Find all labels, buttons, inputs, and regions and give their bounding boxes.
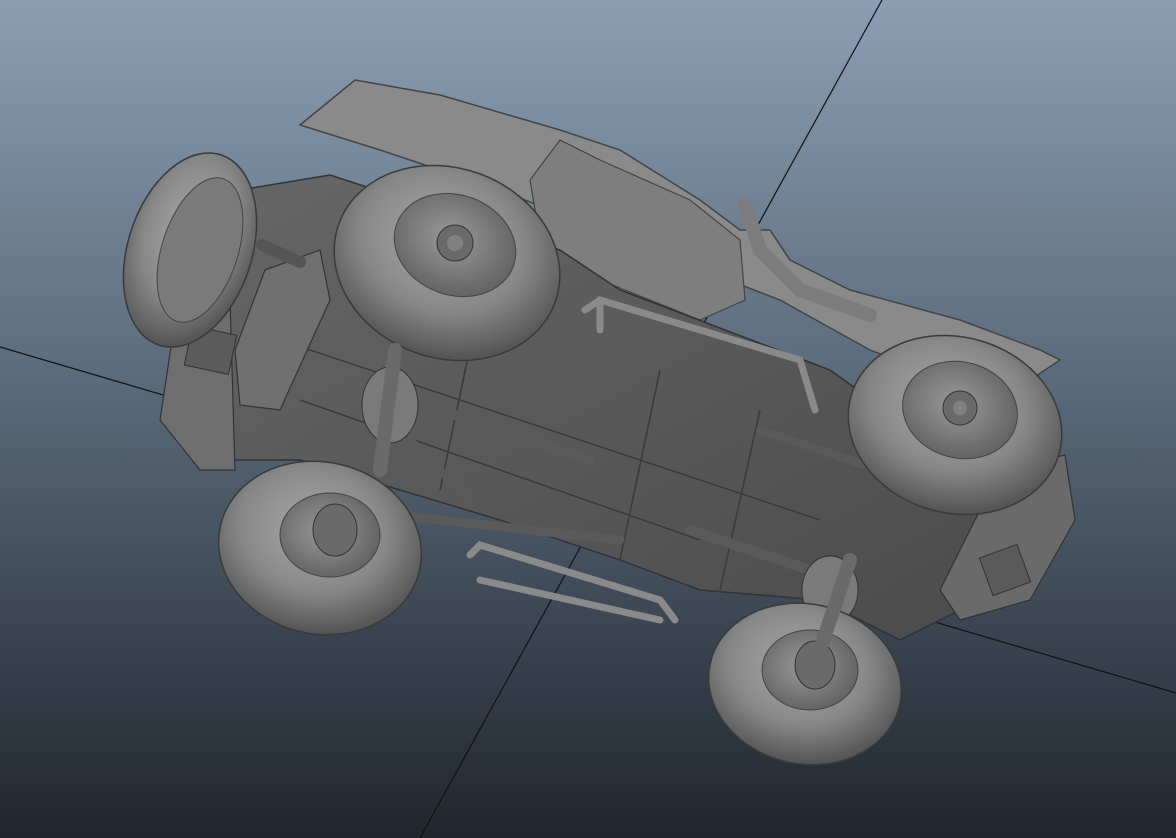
3d-viewport[interactable] [0, 0, 1176, 838]
viewport-canvas[interactable] [0, 0, 1176, 838]
